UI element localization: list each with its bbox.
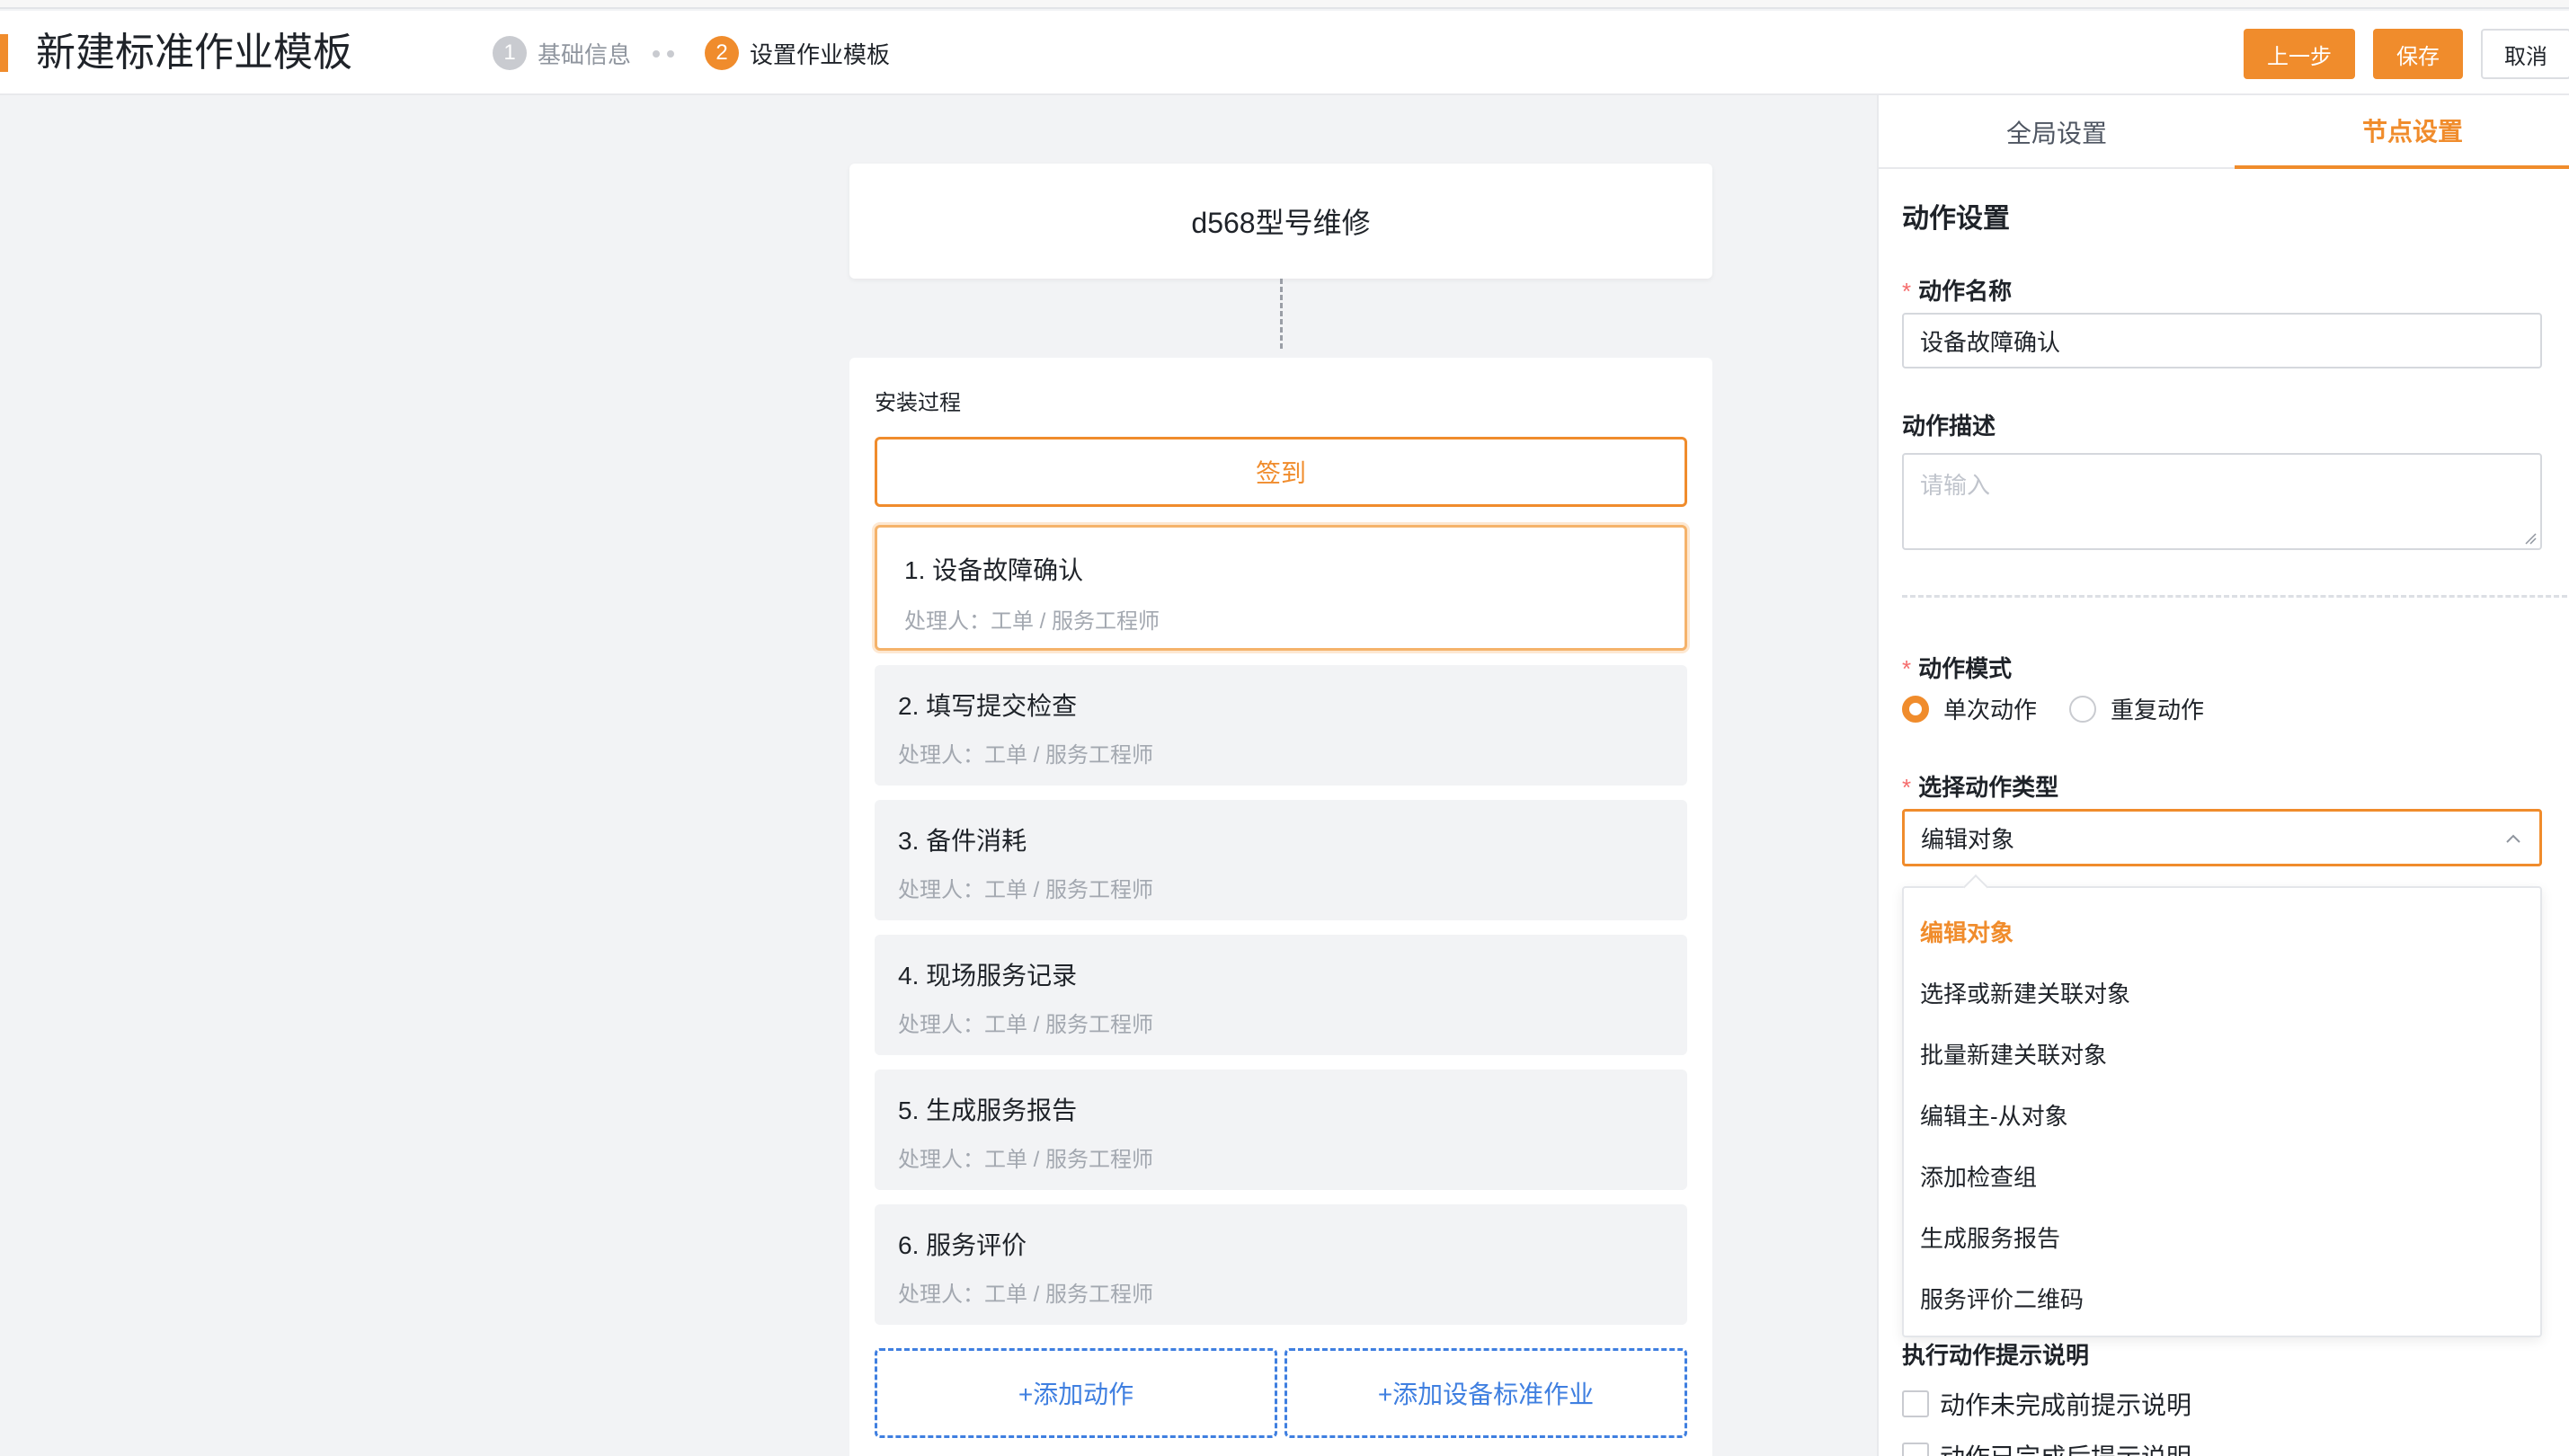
dropdown-option[interactable]: 编辑对象 — [1920, 915, 2013, 948]
flow-connector — [1280, 279, 1283, 349]
page-title: 新建标准作业模板 — [36, 31, 352, 75]
action-handler: 处理人：工单 / 服务工程师 — [904, 609, 1160, 634]
step-separator-dots — [653, 50, 674, 58]
action-handler: 处理人：工单 / 服务工程师 — [898, 1148, 1154, 1172]
action-title: 5. 生成服务报告 — [898, 1096, 1078, 1124]
action-handler: 处理人：工单 / 服务工程师 — [898, 743, 1154, 768]
action-type-select[interactable]: 编辑对象 — [1902, 809, 2542, 866]
required-mark: * — [1902, 774, 1912, 801]
save-button[interactable]: 保存 — [2373, 29, 2463, 79]
action-title: 2. 填写提交检查 — [898, 692, 1078, 720]
step-set-template[interactable]: 2 设置作业模板 — [705, 35, 890, 71]
dropdown-option[interactable]: 编辑主-从对象 — [1920, 1098, 2068, 1132]
step-number: 2 — [705, 36, 739, 70]
action-node-1[interactable]: 1. 设备故障确认 处理人：工单 / 服务工程师 — [875, 525, 1687, 651]
prev-step-button[interactable]: 上一步 — [2244, 29, 2355, 79]
template-start-node[interactable]: d568型号维修 — [849, 164, 1712, 279]
action-node-3[interactable]: 3. 备件消耗 处理人：工单 / 服务工程师 — [875, 800, 1687, 920]
checkbox-icon — [1902, 1390, 1929, 1417]
action-type-label: * 选择动作类型 — [1902, 774, 2059, 801]
action-title: 1. 设备故障确认 — [904, 556, 1084, 584]
action-mode-radio-group: 单次动作 重复动作 — [1902, 692, 2236, 725]
action-node-5[interactable]: 5. 生成服务报告 处理人：工单 / 服务工程师 — [875, 1070, 1687, 1190]
action-title: 3. 备件消耗 — [898, 827, 1027, 855]
action-desc-label: 动作描述 — [1902, 413, 1996, 439]
action-node-4[interactable]: 4. 现场服务记录 处理人：工单 / 服务工程师 — [875, 935, 1687, 1055]
action-node-2[interactable]: 2. 填写提交检查 处理人：工单 / 服务工程师 — [875, 665, 1687, 786]
resize-grip-icon[interactable] — [2524, 532, 2537, 545]
add-standard-job-button[interactable]: +添加设备标准作业 — [1284, 1348, 1687, 1438]
hint-after-complete-checkbox[interactable]: 动作已完成后提示说明 — [1902, 1438, 2191, 1456]
section-divider — [1902, 595, 2567, 598]
window-top-strip — [0, 0, 2569, 9]
cancel-button[interactable]: 取消 — [2481, 29, 2569, 79]
radio-unchecked-icon — [2069, 695, 2097, 723]
title-accent-bar — [0, 34, 8, 72]
settings-tabs: 全局设置 节点设置 — [1879, 95, 2569, 169]
action-node-6[interactable]: 6. 服务评价 处理人：工单 / 服务工程师 — [875, 1204, 1687, 1325]
hint-section-label: 执行动作提示说明 — [1902, 1342, 2090, 1369]
dropdown-pointer — [1962, 874, 1989, 901]
tab-node-settings[interactable]: 节点设置 — [2235, 95, 2569, 169]
settings-panel: 全局设置 节点设置 动作设置 * 动作名称 设备故障确认 动作描述 请输入 * 动作… — [1877, 95, 2569, 1456]
checkin-node[interactable]: 签到 — [875, 437, 1687, 507]
process-stage-card: 安装过程 签到 1. 设备故障确认 处理人：工单 / 服务工程师 2. 填写提交… — [849, 358, 1712, 1456]
action-handler: 处理人：工单 / 服务工程师 — [898, 1283, 1154, 1307]
action-title: 4. 现场服务记录 — [898, 962, 1078, 990]
dropdown-option[interactable]: 生成服务报告 — [1920, 1221, 2060, 1254]
hint-before-complete-checkbox[interactable]: 动作未完成前提示说明 — [1902, 1386, 2191, 1422]
required-mark: * — [1902, 655, 1912, 682]
tab-global-settings[interactable]: 全局设置 — [1879, 95, 2235, 169]
action-mode-label: * 动作模式 — [1902, 655, 2013, 682]
required-mark: * — [1902, 278, 1912, 305]
action-handler: 处理人：工单 / 服务工程师 — [898, 1013, 1154, 1037]
action-handler: 处理人：工单 / 服务工程师 — [898, 878, 1154, 902]
step-basic-info[interactable]: 1 基础信息 — [493, 35, 631, 71]
step-label: 基础信息 — [538, 40, 632, 68]
radio-repeat-action[interactable]: 重复动作 — [2069, 692, 2204, 725]
dropdown-option[interactable]: 选择或新建关联对象 — [1920, 976, 2130, 1009]
dropdown-option[interactable]: 添加检查组 — [1920, 1159, 2037, 1193]
radio-single-action[interactable]: 单次动作 — [1902, 692, 2037, 725]
step-number: 1 — [493, 36, 527, 70]
template-name: d568型号维修 — [1191, 207, 1371, 239]
dropdown-option[interactable]: 服务评价二维码 — [1920, 1282, 2084, 1315]
add-action-button[interactable]: +添加动作 — [875, 1348, 1277, 1438]
action-title: 6. 服务评价 — [898, 1231, 1027, 1259]
chevron-up-icon — [2506, 834, 2520, 843]
action-name-label: * 动作名称 — [1902, 278, 2013, 305]
action-desc-textarea[interactable]: 请输入 — [1902, 453, 2542, 550]
action-name-input[interactable]: 设备故障确认 — [1902, 313, 2542, 368]
dropdown-option[interactable]: 批量新建关联对象 — [1920, 1037, 2107, 1070]
section-title: 动作设置 — [1902, 204, 2010, 234]
radio-checked-icon — [1902, 695, 1929, 723]
checkbox-icon — [1902, 1443, 1929, 1456]
action-type-dropdown: 编辑对象 选择或新建关联对象 批量新建关联对象 编辑主-从对象 添加检查组 生成… — [1902, 874, 2542, 1337]
stage-title: 安装过程 — [875, 391, 961, 415]
step-label: 设置作业模板 — [750, 40, 891, 68]
page-header: 新建标准作业模板 1 基础信息 2 设置作业模板 上一步 保存 取消 — [0, 11, 2569, 95]
